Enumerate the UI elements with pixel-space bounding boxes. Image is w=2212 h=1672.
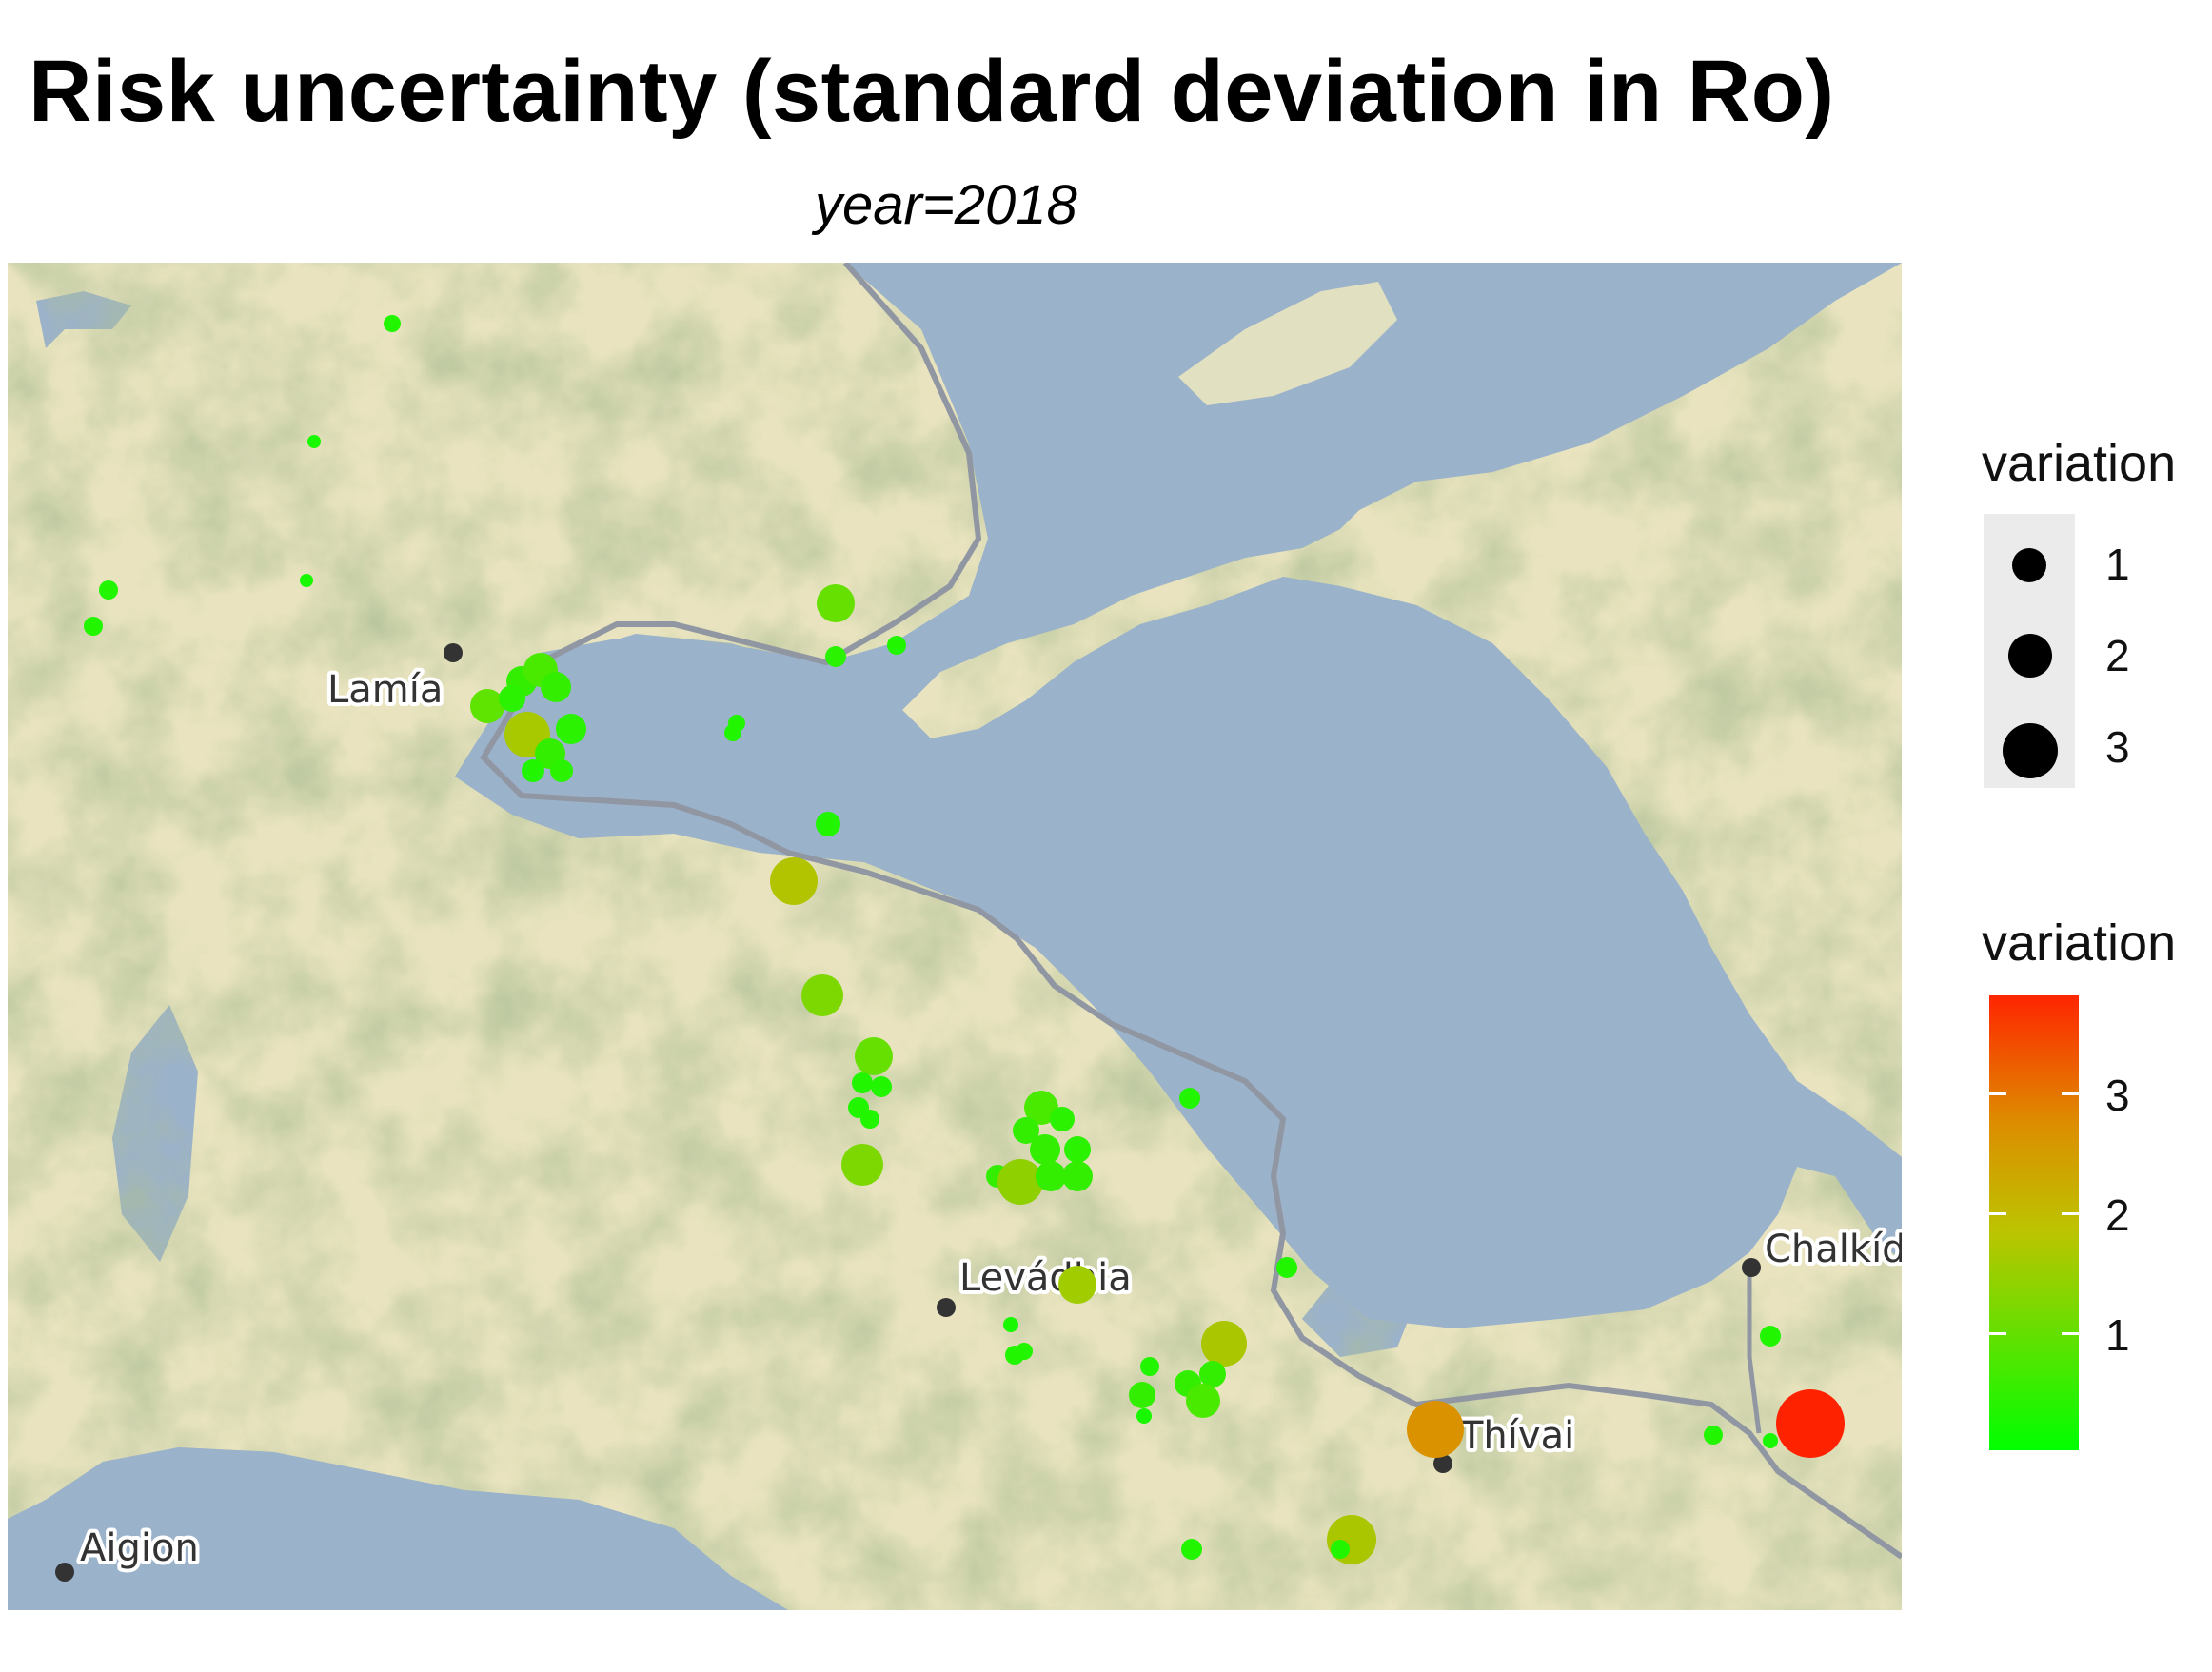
map-panel[interactable]: Lamía Levádhia Chalkída Thívai Aigion [8,263,1902,1610]
data-point [384,315,401,332]
data-point [307,435,321,448]
chalkida-label: Chalkída [1765,1228,1902,1271]
data-point [1036,1161,1066,1191]
data-point [825,646,846,667]
data-point [1062,1161,1093,1191]
colorbar-label-2: 2 [2105,1190,2130,1240]
data-point [1179,1088,1200,1109]
data-point [724,724,741,741]
data-point [1276,1257,1297,1278]
size-legend-dot-1 [2012,548,2046,582]
size-legend-label-2: 2 [2105,631,2130,680]
data-point [541,672,571,702]
data-point [84,617,103,636]
data-point [1776,1389,1845,1458]
size-legend-label-3: 3 [2105,722,2130,772]
data-point [860,1110,879,1129]
colorbar-tick-1-left [1989,1332,2006,1335]
data-point [550,759,573,782]
data-point [1186,1384,1220,1418]
size-legend [1984,514,2075,788]
size-legend-dot-3 [2003,723,2058,778]
colorbar-tick-3-right [2062,1092,2079,1095]
data-point [801,974,843,1016]
data-point [1136,1408,1152,1424]
colorbar-tick-2-right [2062,1212,2079,1215]
data-point [817,584,855,622]
data-point [1181,1539,1202,1560]
data-point [1763,1433,1778,1448]
data-point [1016,1343,1033,1360]
thivai-label: Thívai [1459,1414,1574,1458]
data-point [871,1076,892,1097]
color-legend-title: variation [1982,915,2177,972]
data-point [1201,1321,1247,1367]
data-point [99,580,118,600]
data-point [470,689,504,723]
colorbar-label-3: 3 [2105,1071,2130,1120]
chalkida-marker [1742,1258,1761,1277]
colorbar-tick-2-left [1989,1212,2006,1215]
data-point [1129,1382,1155,1408]
data-point [1199,1361,1226,1387]
lamia-label: Lamía [327,668,443,712]
data-point [1003,1317,1018,1332]
colorbar-tick-3-left [1989,1092,2006,1095]
data-point [1140,1357,1159,1376]
data-point [770,857,818,905]
data-point [997,1159,1043,1205]
data-point [1407,1401,1464,1458]
aigion-marker [55,1563,74,1582]
chart-subtitle: year=2018 [815,174,1077,236]
data-point [816,812,840,836]
lamia-marker [444,643,463,662]
data-point [1050,1107,1075,1131]
basemap: Lamía Levádhia Chalkída Thívai Aigion [8,263,1902,1610]
data-point [852,1072,873,1093]
colorbar-tick-1-right [2062,1332,2079,1335]
data-point [499,685,525,712]
data-point [556,714,586,744]
data-point [522,759,544,782]
chart-title: Risk uncertainty (standard deviation in … [29,43,1835,140]
data-point [1331,1540,1350,1559]
data-point [1058,1266,1096,1304]
colorbar [1989,995,2079,1450]
data-point [855,1037,893,1075]
data-point [300,574,313,587]
data-point [1030,1134,1060,1165]
size-legend-label-1: 1 [2105,540,2130,589]
levadhia-label: Levádhia [959,1256,1132,1300]
data-point [1704,1426,1723,1445]
size-legend-title: variation [1982,435,2177,492]
colorbar-label-1: 1 [2105,1310,2130,1360]
levadhia-marker [937,1298,956,1317]
data-point [841,1144,883,1186]
data-point [887,636,906,655]
data-point [1760,1326,1781,1347]
data-point [1064,1136,1091,1163]
data-point [1327,1515,1376,1564]
size-legend-dot-2 [2008,634,2052,678]
aigion-label: Aigion [80,1526,199,1570]
